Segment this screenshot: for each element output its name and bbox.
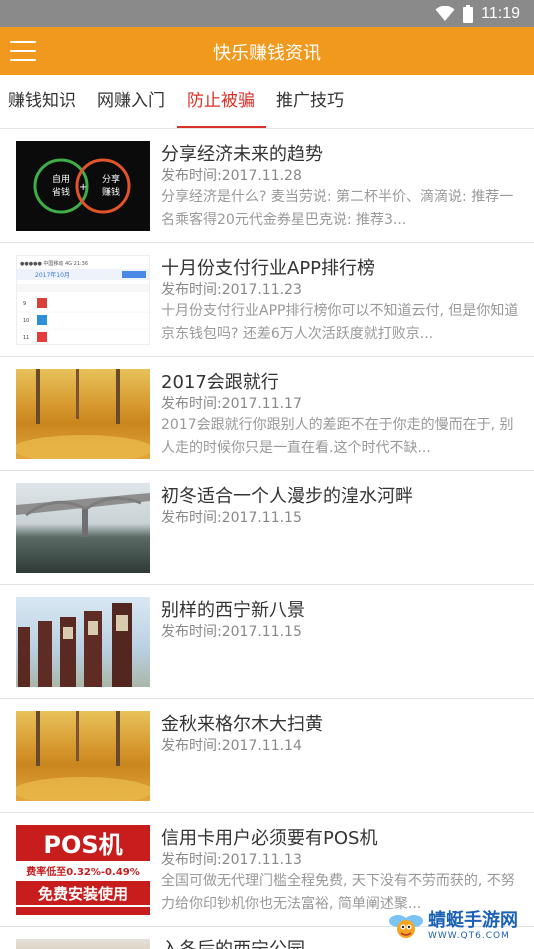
tab-fraud-prevention[interactable]: 防止被骗 (187, 75, 255, 129)
article-item[interactable]: 初冬适合一个人漫步的湟水河畔 发布时间:2017.11.15 (0, 471, 534, 585)
thumb-label: 10 (23, 318, 29, 324)
article-thumbnail (16, 711, 150, 801)
thumb-label: 省钱 (52, 186, 70, 198)
tab-promotion-tips[interactable]: 推广技巧 (276, 75, 344, 129)
article-title: 金秋来格尔木大扫黄 (161, 714, 323, 735)
article-date: 发布时间:2017.11.15 (161, 510, 302, 526)
article-item[interactable]: 别样的西宁新八景 发布时间:2017.11.15 (0, 585, 534, 699)
article-item[interactable]: 自用 省钱 + 分享 赚钱 分享经济未来的趋势 发布时间:2017.11.28 … (0, 129, 534, 243)
article-date: 发布时间:2017.11.14 (161, 738, 302, 754)
article-thumbnail (16, 939, 150, 949)
active-tab-indicator (177, 126, 266, 128)
article-title: 别样的西宁新八景 (161, 600, 305, 621)
article-date: 发布时间:2017.11.13 (161, 852, 302, 868)
article-thumbnail (16, 597, 150, 687)
tab-money-knowledge[interactable]: 赚钱知识 (8, 75, 76, 129)
article-date: 发布时间:2017.11.15 (161, 624, 302, 640)
thumb-label: 11 (23, 335, 29, 341)
article-summary: 2017会跟就行你跟别人的差距不在于你走的慢而在于, 别人走的时候你只是一直在看… (161, 417, 514, 456)
article-title: 2017会跟就行 (161, 372, 279, 393)
article-thumbnail (16, 483, 150, 573)
page-title: 快乐赚钱资讯 (213, 43, 321, 64)
thumb-label: + (79, 182, 87, 193)
article-thumbnail: POS机 费率低至0.32%-0.49% 免费安装使用 (16, 825, 150, 915)
watermark-url: WWW.QT6.COM (428, 931, 510, 941)
article-date: 发布时间:2017.11.28 (161, 168, 302, 184)
app-bar: 快乐赚钱资讯 (0, 27, 534, 75)
thumb-label: 分享 (102, 173, 120, 185)
watermark: 蜻蜓手游网 WWW.QT6.COM (388, 909, 528, 943)
article-summary: 分享经济是什么? 麦当劳说: 第二杯半价、滴滴说: 推荐一名乘客得20元代金券星… (161, 189, 514, 228)
article-item[interactable]: 金秋来格尔木大扫黄 发布时间:2017.11.14 (0, 699, 534, 813)
battery-icon (463, 5, 474, 23)
article-title: 十月份支付行业APP排行榜 (161, 258, 376, 279)
status-bar: 11:19 (0, 0, 534, 27)
article-item[interactable]: ●●●●● 中国移动 4G 21:36 2017年10月 9 10 11 十月份… (0, 243, 534, 357)
wifi-icon (435, 6, 455, 21)
status-icons: 11:19 (435, 4, 520, 24)
tab-online-earning-intro[interactable]: 网赚入门 (97, 75, 165, 129)
dragonfly-logo-icon (389, 915, 423, 938)
article-title: 入冬后的西宁公园 (161, 935, 305, 949)
thumb-label: 2017年10月 (35, 271, 70, 279)
thumb-label: ●●●●● 中国移动 4G 21:36 (20, 260, 88, 267)
article-date: 发布时间:2017.11.17 (161, 396, 302, 412)
article-thumbnail (16, 369, 150, 459)
watermark-name: 蜻蜓手游网 (428, 910, 518, 931)
thumb-label: 自用 (52, 173, 70, 185)
thumb-label: 免费安装使用 (38, 885, 128, 903)
article-title: 分享经济未来的趋势 (161, 144, 323, 165)
thumb-label: 赚钱 (102, 186, 120, 198)
article-title: 初冬适合一个人漫步的湟水河畔 (161, 486, 413, 507)
article-date: 发布时间:2017.11.23 (161, 282, 302, 298)
article-title: 信用卡用户必须要有POS机 (161, 828, 378, 849)
thumb-label: 费率低至0.32%-0.49% (26, 865, 140, 878)
article-item[interactable]: 2017会跟就行 发布时间:2017.11.17 2017会跟就行你跟别人的差距… (0, 357, 534, 471)
category-tabs: 赚钱知识 网赚入门 防止被骗 推广技巧 (0, 75, 534, 129)
status-time: 11:19 (481, 5, 520, 22)
thumb-label: POS机 (43, 831, 122, 859)
thumb-label: 9 (23, 301, 26, 307)
article-thumbnail: 自用 省钱 + 分享 赚钱 (16, 141, 150, 231)
article-summary: 十月份支付行业APP排行榜你可以不知道云付, 但是你知道京东钱包吗? 还差6万人… (161, 303, 519, 342)
article-thumbnail: ●●●●● 中国移动 4G 21:36 2017年10月 9 10 11 (16, 255, 150, 345)
